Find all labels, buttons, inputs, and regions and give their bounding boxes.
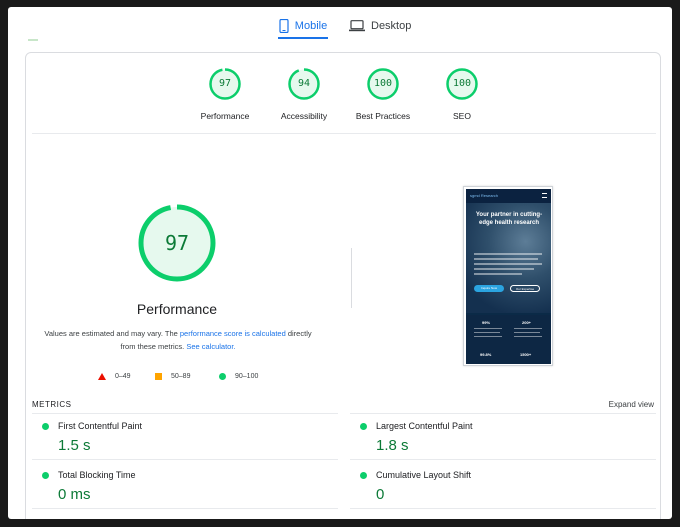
screenshot-stat: 99.8% [480, 352, 492, 357]
gauge-label: Best Practices [355, 111, 411, 121]
progress-mark [28, 39, 38, 41]
metric-cumulative-layout-shift: Cumulative Layout Shift 0 [350, 467, 650, 507]
circle-icon [219, 373, 226, 380]
metric-value: 0 ms [58, 486, 91, 503]
screenshot-stat: 1500+ [520, 352, 532, 357]
stat-line [474, 332, 500, 333]
legend-poor: 0–49 [98, 373, 131, 380]
gauge-ring: 94 [287, 67, 321, 101]
mobile-icon [279, 19, 289, 33]
hamburger-icon [542, 193, 547, 198]
metric-value: 1.5 s [58, 437, 91, 454]
metric-value: 0 [376, 486, 385, 503]
legend-average: 50–89 [155, 373, 190, 380]
screenshot-button-primary: Inquire Now [474, 285, 504, 292]
performance-note: Values are estimated and may vary. The p… [42, 327, 314, 353]
tab-mobile[interactable]: Mobile [278, 13, 328, 39]
gauge-score: 100 [452, 78, 472, 89]
gauge-score: 94 [297, 78, 311, 89]
circle-icon [360, 472, 367, 479]
tab-desktop[interactable]: Desktop [349, 13, 419, 39]
gauge-accessibility[interactable]: 94 Accessibility [259, 67, 349, 121]
metric-first-contentful-paint: First Contentful Paint 1.5 s [32, 418, 332, 458]
gauge-label: Performance [200, 111, 250, 121]
desktop-icon [349, 20, 365, 32]
gauge-seo[interactable]: 100 SEO [417, 67, 507, 121]
legend-good-label: 90–100 [235, 373, 259, 380]
tab-desktop-label: Desktop [371, 20, 412, 32]
gauge-ring: 97 [208, 67, 242, 101]
report-card: 97 Performance 94 Accessibility 100 Best… [25, 52, 661, 519]
circle-icon [42, 472, 49, 479]
screenshot-button-secondary: Our Expertise [510, 285, 540, 292]
metric-divider [32, 508, 338, 509]
triangle-icon [98, 373, 106, 380]
legend-average-label: 50–89 [171, 373, 191, 380]
category-gauges: 97 Performance 94 Accessibility 100 Best… [26, 67, 662, 127]
active-tab-indicator [278, 37, 328, 39]
metric-largest-contentful-paint: Largest Contentful Paint 1.8 s [350, 418, 650, 458]
legend-poor-label: 0–49 [115, 373, 131, 380]
stat-line [474, 328, 502, 329]
stat-line [514, 332, 540, 333]
page-frame: Mobile Desktop 97 Performance 94 Accessi… [8, 7, 672, 519]
metric-name: Largest Contentful Paint [376, 421, 473, 431]
tab-mobile-label: Mobile [294, 20, 328, 32]
performance-gauge-large: 97 [137, 203, 217, 283]
screenshot-screen: sgmd Research Your partner in cutting-ed… [466, 189, 551, 364]
metric-divider [350, 508, 656, 509]
vertical-divider [351, 248, 352, 308]
metric-divider [32, 413, 338, 414]
legend-good: 90–100 [219, 373, 258, 380]
screenshot-stat: 99% [482, 320, 491, 325]
metric-value: 1.8 s [376, 437, 409, 454]
section-divider [32, 133, 656, 134]
gauge-score: 100 [373, 78, 393, 89]
screenshot-stats: 99% 200+ 99.8% 1500+ [466, 315, 551, 364]
metrics-title: METRICS [32, 400, 72, 409]
gauge-performance[interactable]: 97 Performance [180, 67, 270, 121]
screenshot-stat: 200+ [522, 320, 532, 325]
expand-view-button[interactable]: Expand view [609, 400, 654, 409]
screenshot-headline: Your partner in cutting-edge health rese… [475, 212, 543, 226]
gauge-ring: 100 [445, 67, 479, 101]
gauge-label: Accessibility [280, 111, 328, 121]
page-screenshot-thumbnail[interactable]: sgmd Research Your partner in cutting-ed… [463, 186, 553, 366]
gauge-score: 97 [218, 78, 232, 89]
square-icon [155, 373, 162, 380]
performance-title: Performance [136, 301, 218, 317]
metric-name: First Contentful Paint [58, 421, 143, 431]
see-calculator-link[interactable]: See calculator. [186, 342, 235, 351]
stat-line [474, 336, 502, 337]
gauge-ring: 100 [366, 67, 400, 101]
metric-divider [32, 459, 338, 460]
performance-score-large: 97 [164, 231, 190, 255]
device-tabs: Mobile Desktop [8, 7, 672, 47]
metric-name: Cumulative Layout Shift [376, 470, 472, 480]
metric-name: Total Blocking Time [58, 470, 136, 480]
circle-icon [42, 423, 49, 430]
gauge-best-practices[interactable]: 100 Best Practices [338, 67, 428, 121]
score-calculated-link[interactable]: performance score is calculated [180, 329, 286, 338]
stat-line [514, 328, 542, 329]
gauge-label: SEO [453, 111, 471, 121]
metric-divider [350, 413, 656, 414]
score-legend: 0–49 50–89 90–100 [98, 373, 268, 385]
note-text: Values are estimated and may vary. The [44, 329, 180, 338]
metric-total-blocking-time: Total Blocking Time 0 ms [32, 467, 332, 507]
metric-divider [350, 459, 656, 460]
screenshot-logo: sgmd Research [470, 193, 499, 198]
circle-icon [360, 423, 367, 430]
stat-line [514, 336, 542, 337]
screenshot-text-lines [474, 253, 542, 278]
